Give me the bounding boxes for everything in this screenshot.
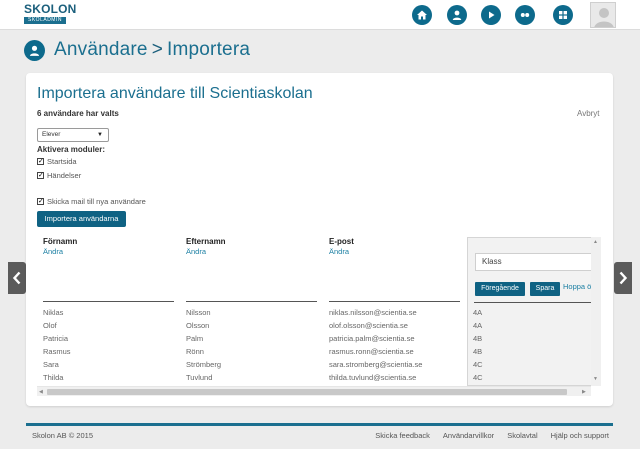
checkbox-checked-icon[interactable]: ✓ xyxy=(37,198,44,205)
avatar[interactable] xyxy=(590,2,616,28)
role-select[interactable]: Elever ▼ xyxy=(37,128,109,142)
change-link[interactable]: Ändra xyxy=(186,247,226,256)
table-cell-lastname: Strömberg xyxy=(186,360,222,369)
table-cell-firstname: Thilda xyxy=(43,373,64,382)
table-cell-email: patricia.palm@scientia.se xyxy=(329,334,415,343)
user-icon[interactable] xyxy=(447,5,467,25)
table-cell-email: sara.stromberg@scientia.se xyxy=(329,360,423,369)
skolon-logo[interactable]: SKOLON SKOLADMIN xyxy=(24,2,77,25)
caret-down-icon: ▼ xyxy=(97,132,103,138)
footer-link-agreement[interactable]: Skolavtal xyxy=(507,431,537,440)
table-cell-class: 4C xyxy=(473,360,483,369)
table-cell-firstname: Patricia xyxy=(43,334,69,343)
breadcrumb-separator: > xyxy=(151,39,163,60)
table-cell-lastname: Tuvlund xyxy=(186,373,213,382)
column-lastname: Efternamn Ändra xyxy=(186,237,226,256)
import-table: Förnamn Ändra Efternamn Ändra E-post Änd… xyxy=(37,237,605,399)
table-cell-class: 4A xyxy=(473,308,483,317)
module-label: Startsida xyxy=(47,157,77,166)
save-button[interactable]: Spara xyxy=(530,282,560,296)
footer-links: Skicka feedback Användarvillkor Skolavta… xyxy=(362,431,609,440)
table-cell-class: 4B xyxy=(473,347,483,356)
breadcrumb-page: Importera xyxy=(167,39,251,60)
breadcrumb: Användare > Importera xyxy=(54,39,250,61)
column-header: E-post xyxy=(329,237,354,246)
email-field-line[interactable] xyxy=(329,301,460,302)
play-icon[interactable] xyxy=(481,5,501,25)
scroll-down-icon[interactable]: ▼ xyxy=(593,376,598,382)
table-cell-lastname: Palm xyxy=(186,334,204,343)
table-cell-class: 4B xyxy=(473,334,483,343)
footer-link-terms[interactable]: Användarvillkor xyxy=(443,431,494,440)
table-cell-lastname: Olsson xyxy=(186,321,210,330)
change-link[interactable]: Ändra xyxy=(43,247,77,256)
chevron-left-icon xyxy=(12,271,21,285)
home-icon[interactable] xyxy=(412,5,432,25)
page-title: Användare > Importera xyxy=(24,38,250,62)
cancel-link[interactable]: Avbryt xyxy=(577,109,600,118)
column-firstname: Förnamn Ändra xyxy=(43,237,77,256)
scroll-right-icon[interactable]: ▶ xyxy=(582,389,586,395)
table-cell-email: rasmus.ronn@scientia.se xyxy=(329,347,414,356)
table-cell-class: 4C xyxy=(473,373,483,382)
class-field-line xyxy=(474,302,594,303)
scroll-up-icon[interactable]: ▲ xyxy=(593,239,598,245)
column-header: Efternamn xyxy=(186,237,226,246)
scroll-left-icon[interactable]: ◀ xyxy=(39,389,43,395)
checkbox-checked-icon[interactable]: ✓ xyxy=(37,158,44,165)
send-mail-label: Skicka mail till nya användare xyxy=(47,197,146,206)
footer-link-support[interactable]: Hjälp och support xyxy=(551,431,609,440)
footer: Skolon AB © 2015 Skicka feedback Använda… xyxy=(26,431,613,443)
selected-count: 6 användare har valts xyxy=(37,109,119,118)
card-title: Importera användare till Scientiaskolan xyxy=(37,85,313,102)
table-cell-firstname: Rasmus xyxy=(43,347,71,356)
apps-icon[interactable] xyxy=(553,5,573,25)
lastname-field-line[interactable] xyxy=(186,301,317,302)
vertical-scrollbar[interactable]: ▲ ▼ xyxy=(591,237,601,386)
copyright: Skolon AB © 2015 xyxy=(32,431,93,440)
module-label: Händelser xyxy=(47,171,82,180)
import-users-button[interactable]: Importera användarna xyxy=(37,211,126,227)
previous-page-arrow[interactable] xyxy=(8,262,26,294)
next-page-arrow[interactable] xyxy=(614,262,632,294)
table-cell-email: thilda.tuvlund@scientia.se xyxy=(329,373,417,382)
table-cell-email: niklas.nilsson@scientia.se xyxy=(329,308,417,317)
change-link[interactable]: Ändra xyxy=(329,247,354,256)
chevron-right-icon xyxy=(619,271,628,285)
modules-label: Aktivera moduler: xyxy=(37,145,106,154)
class-mapping-panel: Klass Föregående Spara Hoppa över xyxy=(467,237,601,386)
logo-tagline: SKOLADMIN xyxy=(24,17,66,24)
column-email: E-post Ändra xyxy=(329,237,354,256)
table-cell-class: 4A xyxy=(473,321,483,330)
footer-divider xyxy=(26,423,613,426)
avatar-placeholder-icon xyxy=(591,3,615,27)
column-header: Förnamn xyxy=(43,237,78,246)
module-startsida[interactable]: ✓ Startsida xyxy=(37,157,77,166)
breadcrumb-section[interactable]: Användare xyxy=(54,39,148,60)
top-bar: SKOLON SKOLADMIN xyxy=(0,0,640,30)
logo-word: SKOLON xyxy=(24,2,77,16)
class-input[interactable]: Klass xyxy=(475,253,597,271)
table-cell-email: olof.olsson@scientia.se xyxy=(329,321,408,330)
table-cell-firstname: Niklas xyxy=(43,308,64,317)
table-cell-firstname: Olof xyxy=(43,321,57,330)
user-icon xyxy=(24,39,45,61)
module-handelser[interactable]: ✓ Händelser xyxy=(37,171,81,180)
firstname-field-line[interactable] xyxy=(43,301,174,302)
horizontal-scroll-thumb[interactable] xyxy=(47,389,567,395)
group-icon[interactable] xyxy=(515,5,535,25)
footer-link-feedback[interactable]: Skicka feedback xyxy=(375,431,430,440)
table-cell-lastname: Nilsson xyxy=(186,308,211,317)
table-cell-lastname: Rönn xyxy=(186,347,204,356)
checkbox-checked-icon[interactable]: ✓ xyxy=(37,172,44,179)
import-card: Importera användare till Scientiaskolan … xyxy=(26,73,613,406)
send-mail-option[interactable]: ✓ Skicka mail till nya användare xyxy=(37,197,146,206)
horizontal-scrollbar[interactable]: ◀ ▶ xyxy=(37,386,591,396)
previous-button[interactable]: Föregående xyxy=(475,282,525,296)
table-cell-firstname: Sara xyxy=(43,360,59,369)
role-select-value: Elever xyxy=(42,131,61,138)
